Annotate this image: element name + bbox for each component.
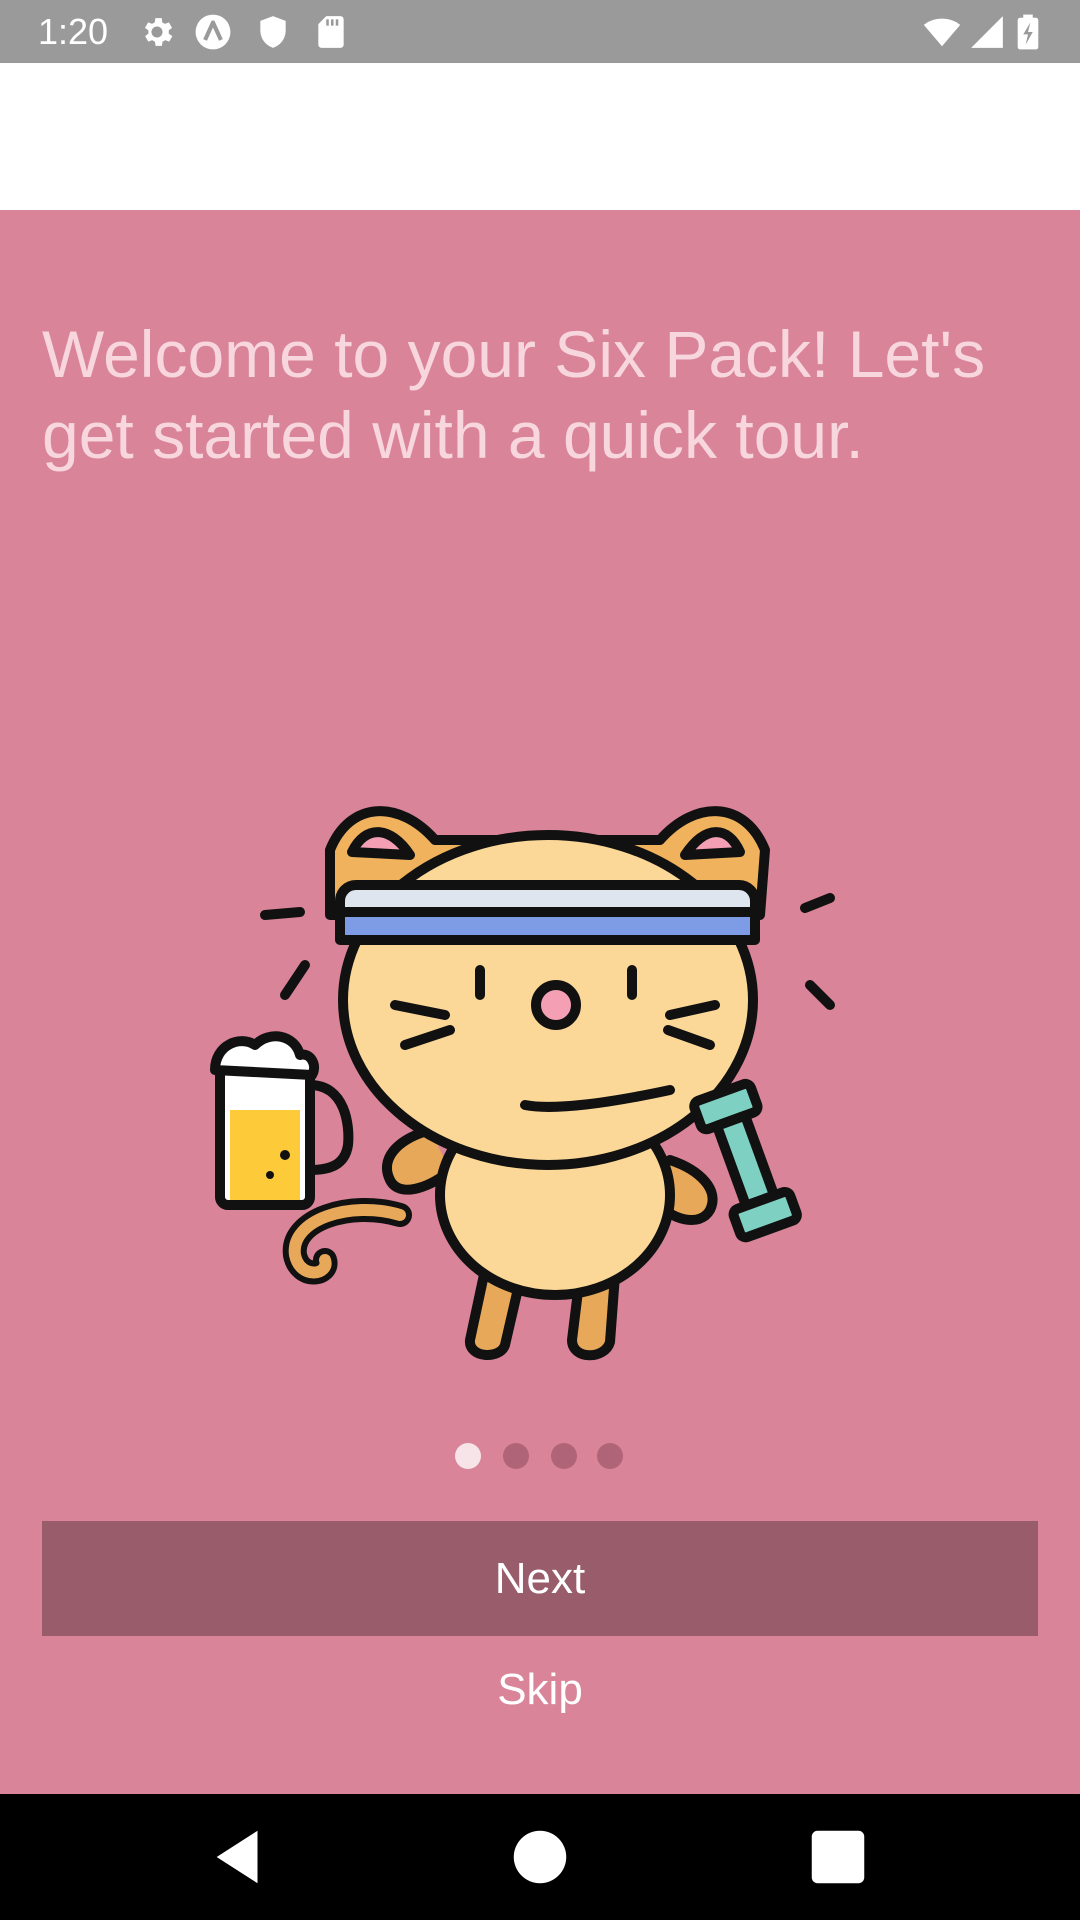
gear-icon xyxy=(144,18,173,46)
status-time: 1:20 xyxy=(38,11,109,52)
page-dot-4[interactable] xyxy=(597,1443,623,1469)
back-icon[interactable] xyxy=(205,1822,275,1892)
wifi-icon xyxy=(923,18,961,47)
shield-icon xyxy=(260,16,286,48)
sd-card-icon xyxy=(318,16,344,48)
next-button[interactable]: Next xyxy=(42,1521,1038,1636)
status-bar: 1:20 xyxy=(0,0,1080,63)
page-dot-1[interactable] xyxy=(455,1443,481,1469)
welcome-text: Welcome to your Six Pack! Let's get star… xyxy=(42,317,986,472)
page-indicator[interactable] xyxy=(455,1442,635,1470)
page-dot-2[interactable] xyxy=(503,1443,529,1469)
home-icon[interactable] xyxy=(505,1822,575,1892)
page-dot-3[interactable] xyxy=(551,1443,577,1469)
app-header xyxy=(0,63,1080,210)
a-circle-icon xyxy=(195,14,231,50)
skip-button[interactable]: Skip xyxy=(340,1650,740,1730)
onboarding-page[interactable]: Welcome to your Six Pack! Let's get star… xyxy=(0,210,1080,1794)
cat-with-beer-and-dumbbell-illustration xyxy=(210,806,835,1361)
battery-charging-icon xyxy=(1017,14,1039,50)
signal-icon xyxy=(971,16,1003,48)
navigation-bar xyxy=(0,1794,1080,1920)
recents-icon[interactable] xyxy=(803,1822,873,1892)
